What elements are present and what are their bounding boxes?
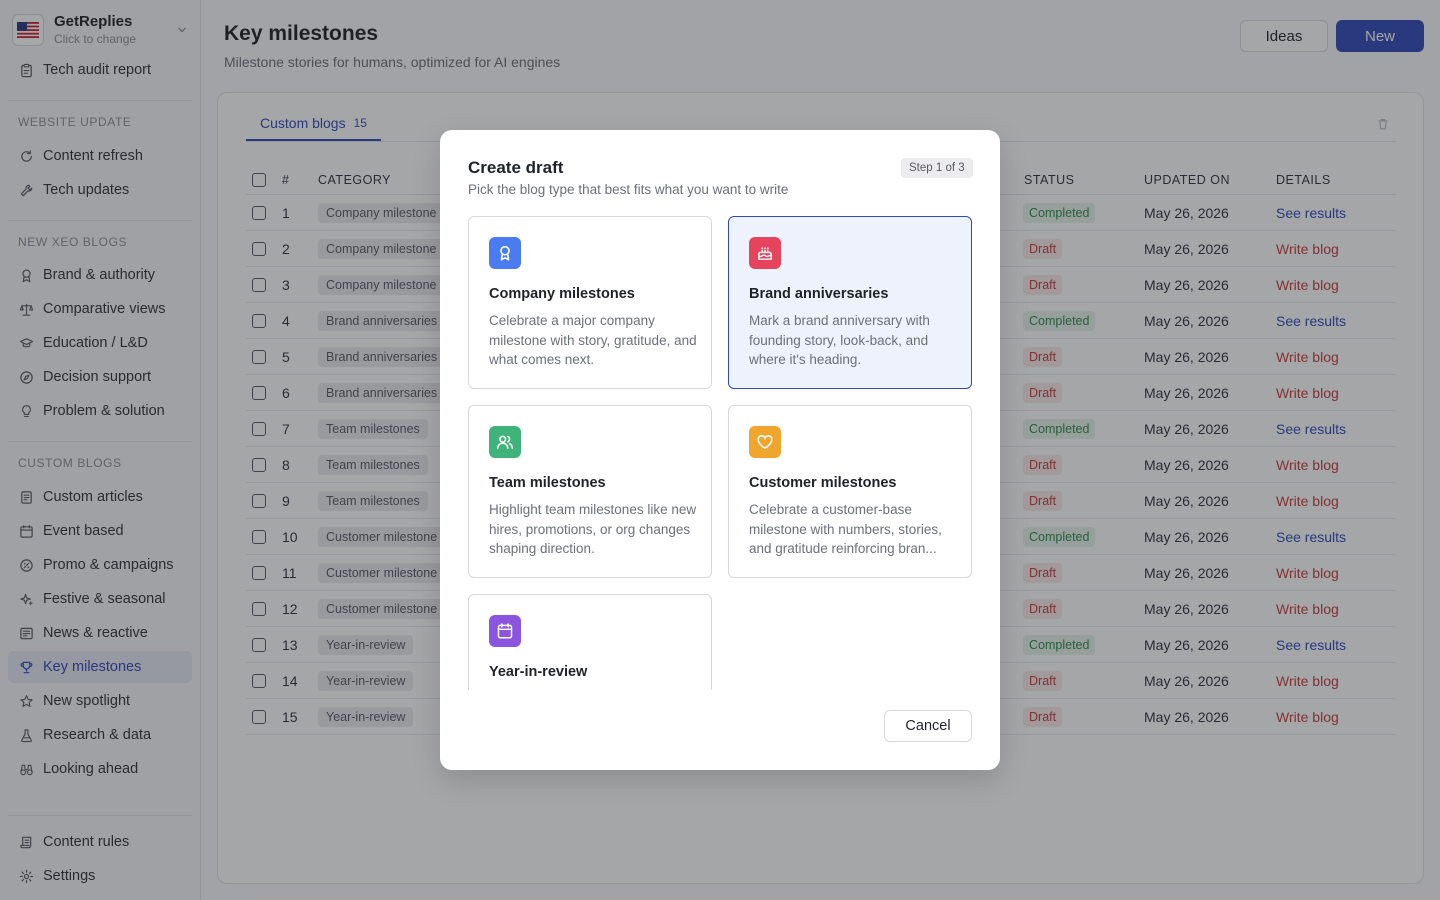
option-title: Customer milestones xyxy=(749,475,897,491)
option-title: Team milestones xyxy=(489,475,606,491)
step-badge: Step 1 of 3 xyxy=(901,158,973,178)
option-description: Celebrate a major company milestone with… xyxy=(489,313,697,367)
heart-icon xyxy=(749,426,781,458)
modal-title: Create draft xyxy=(468,158,564,177)
option-title: Company milestones xyxy=(489,286,635,302)
calendar-icon xyxy=(489,615,521,647)
option-title: Year-in-review xyxy=(489,664,588,680)
option-customer-milestones[interactable]: Customer milestones Celebrate a customer… xyxy=(728,405,972,578)
cancel-button[interactable]: Cancel xyxy=(884,710,972,742)
option-description: Mark a brand anniversary with founding s… xyxy=(749,313,930,367)
option-title: Brand anniversaries xyxy=(749,286,889,302)
option-brand-anniversaries[interactable]: Brand anniversaries Mark a brand anniver… xyxy=(728,216,972,389)
modal-subtitle: Pick the blog type that best fits what y… xyxy=(468,182,789,197)
blog-type-options: Company milestones Celebrate a major com… xyxy=(468,216,972,690)
option-description: Highlight team milestones like new hires… xyxy=(489,502,697,556)
users-icon xyxy=(489,426,521,458)
option-year-in-review[interactable]: Year-in-review xyxy=(468,594,712,690)
option-team-milestones[interactable]: Team milestones Highlight team milestone… xyxy=(468,405,712,578)
cake-icon xyxy=(749,237,781,269)
award-icon xyxy=(489,237,521,269)
create-draft-modal: Create draft Pick the blog type that bes… xyxy=(440,130,1000,770)
option-company-milestones[interactable]: Company milestones Celebrate a major com… xyxy=(468,216,712,389)
option-description: Celebrate a customer-base milestone with… xyxy=(749,502,942,556)
